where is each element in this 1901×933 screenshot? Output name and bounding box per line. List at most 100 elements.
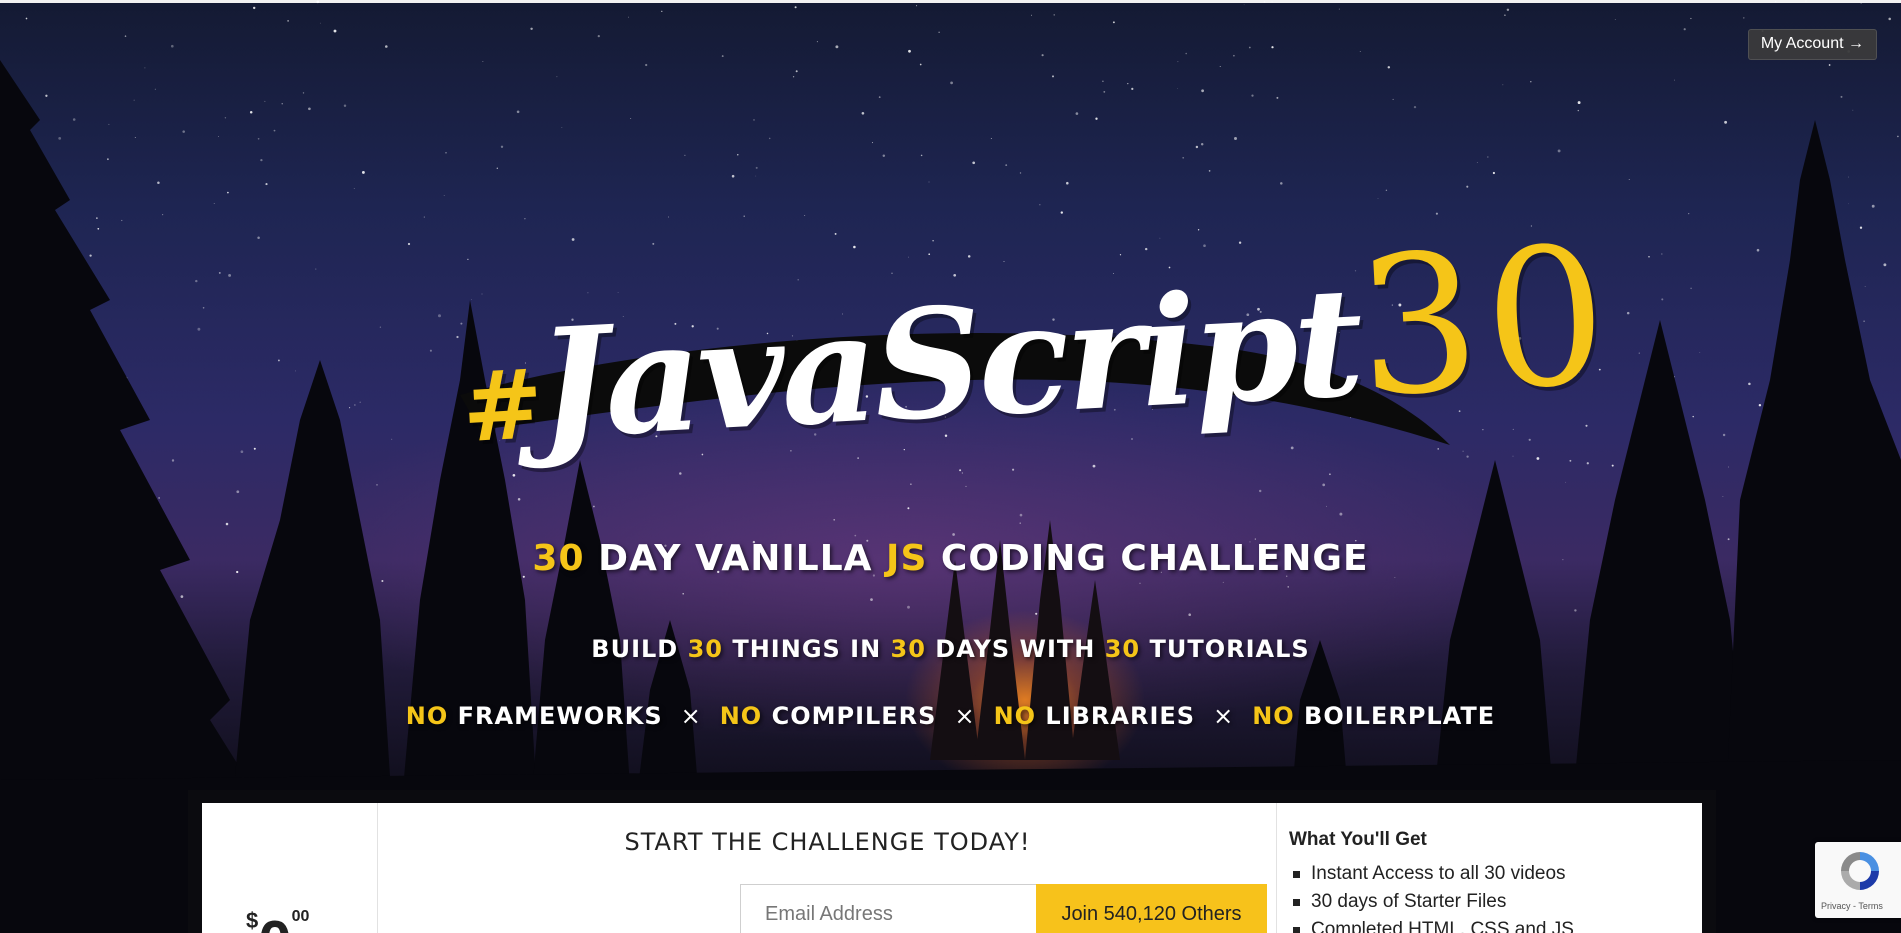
star xyxy=(1758,403,1762,407)
star xyxy=(1756,248,1760,252)
hero-subheadline: BUILD 30 THINGS IN 30 DAYS WITH 30 TUTOR… xyxy=(0,635,1901,663)
star xyxy=(1201,89,1204,93)
star xyxy=(265,183,268,186)
star xyxy=(1864,286,1866,287)
star xyxy=(965,485,967,487)
star xyxy=(1195,145,1199,149)
logo-hash: # xyxy=(459,347,542,465)
star xyxy=(861,111,865,115)
star xyxy=(496,167,498,169)
star xyxy=(1638,352,1640,354)
join-button[interactable]: Join 540,120 Others xyxy=(1036,884,1267,933)
star xyxy=(1041,54,1044,57)
my-account-button[interactable]: My Account → xyxy=(1747,29,1877,60)
star xyxy=(731,174,735,178)
star xyxy=(1727,466,1729,468)
email-input[interactable] xyxy=(740,884,1036,933)
star xyxy=(218,136,219,138)
star xyxy=(1271,1,1273,3)
star xyxy=(1287,586,1289,588)
star xyxy=(124,35,127,37)
star xyxy=(1565,481,1567,483)
star xyxy=(597,34,600,38)
star xyxy=(391,438,393,440)
star xyxy=(294,370,296,372)
star xyxy=(1628,179,1630,180)
star xyxy=(96,217,98,219)
star xyxy=(792,76,795,78)
sub-30: 30 xyxy=(1104,635,1141,663)
recaptcha-badge[interactable]: Privacy - Terms xyxy=(1815,842,1901,918)
star xyxy=(1512,455,1514,457)
star xyxy=(1392,98,1394,100)
star xyxy=(1530,80,1532,83)
star xyxy=(227,191,229,194)
star xyxy=(1019,513,1023,517)
star xyxy=(755,166,758,169)
star xyxy=(1860,2,1862,4)
star xyxy=(1557,149,1561,153)
star xyxy=(108,123,110,125)
star xyxy=(225,522,229,526)
star xyxy=(253,447,256,450)
star xyxy=(302,92,305,94)
price-column: $000 xyxy=(202,803,378,933)
star xyxy=(1852,109,1854,111)
star xyxy=(158,497,160,499)
star xyxy=(1574,609,1577,612)
recaptcha-links[interactable]: Privacy - Terms xyxy=(1821,901,1883,911)
star xyxy=(133,99,135,101)
star xyxy=(795,70,798,73)
star xyxy=(277,359,280,362)
star xyxy=(556,76,558,78)
star xyxy=(1586,462,1589,465)
star xyxy=(1248,46,1251,49)
star xyxy=(236,490,240,494)
star xyxy=(1487,156,1489,158)
star xyxy=(878,96,881,98)
star xyxy=(25,17,28,20)
star xyxy=(1326,505,1328,507)
star xyxy=(1840,95,1843,98)
star xyxy=(107,158,109,161)
star xyxy=(273,129,276,132)
star xyxy=(835,45,839,49)
star xyxy=(359,401,361,403)
star xyxy=(308,107,311,111)
star xyxy=(121,219,123,222)
star xyxy=(1897,135,1899,138)
star xyxy=(1112,21,1115,24)
star xyxy=(385,45,388,48)
star xyxy=(1177,88,1179,89)
star xyxy=(1692,415,1694,418)
star xyxy=(281,103,283,105)
star xyxy=(1177,61,1179,63)
star xyxy=(1387,66,1391,69)
star xyxy=(1103,91,1106,93)
star xyxy=(1648,256,1650,258)
price-cents: 00 xyxy=(291,908,310,925)
star xyxy=(1271,46,1274,49)
star xyxy=(1688,213,1690,215)
star xyxy=(1502,84,1504,86)
star xyxy=(1139,582,1141,584)
star xyxy=(1492,171,1495,175)
star xyxy=(170,44,174,48)
no-item-boilerplate: BOILERPLATE xyxy=(1294,702,1496,730)
list-item: Instant Access to all 30 videos xyxy=(1289,863,1690,885)
star xyxy=(1536,457,1540,460)
star xyxy=(1699,352,1701,353)
headline-text-2: CODING CHALLENGE xyxy=(927,538,1369,579)
star xyxy=(916,5,918,7)
star xyxy=(1743,17,1745,19)
star xyxy=(882,154,886,158)
star xyxy=(1053,14,1055,16)
star xyxy=(1724,120,1728,124)
benefits-column: What You'll Get Instant Access to all 30… xyxy=(1277,803,1702,933)
no-label: NO xyxy=(719,702,763,730)
star xyxy=(253,6,256,10)
no-label: NO xyxy=(993,702,1037,730)
no-label: NO xyxy=(1252,702,1295,730)
star xyxy=(381,579,384,583)
star xyxy=(1528,438,1531,441)
